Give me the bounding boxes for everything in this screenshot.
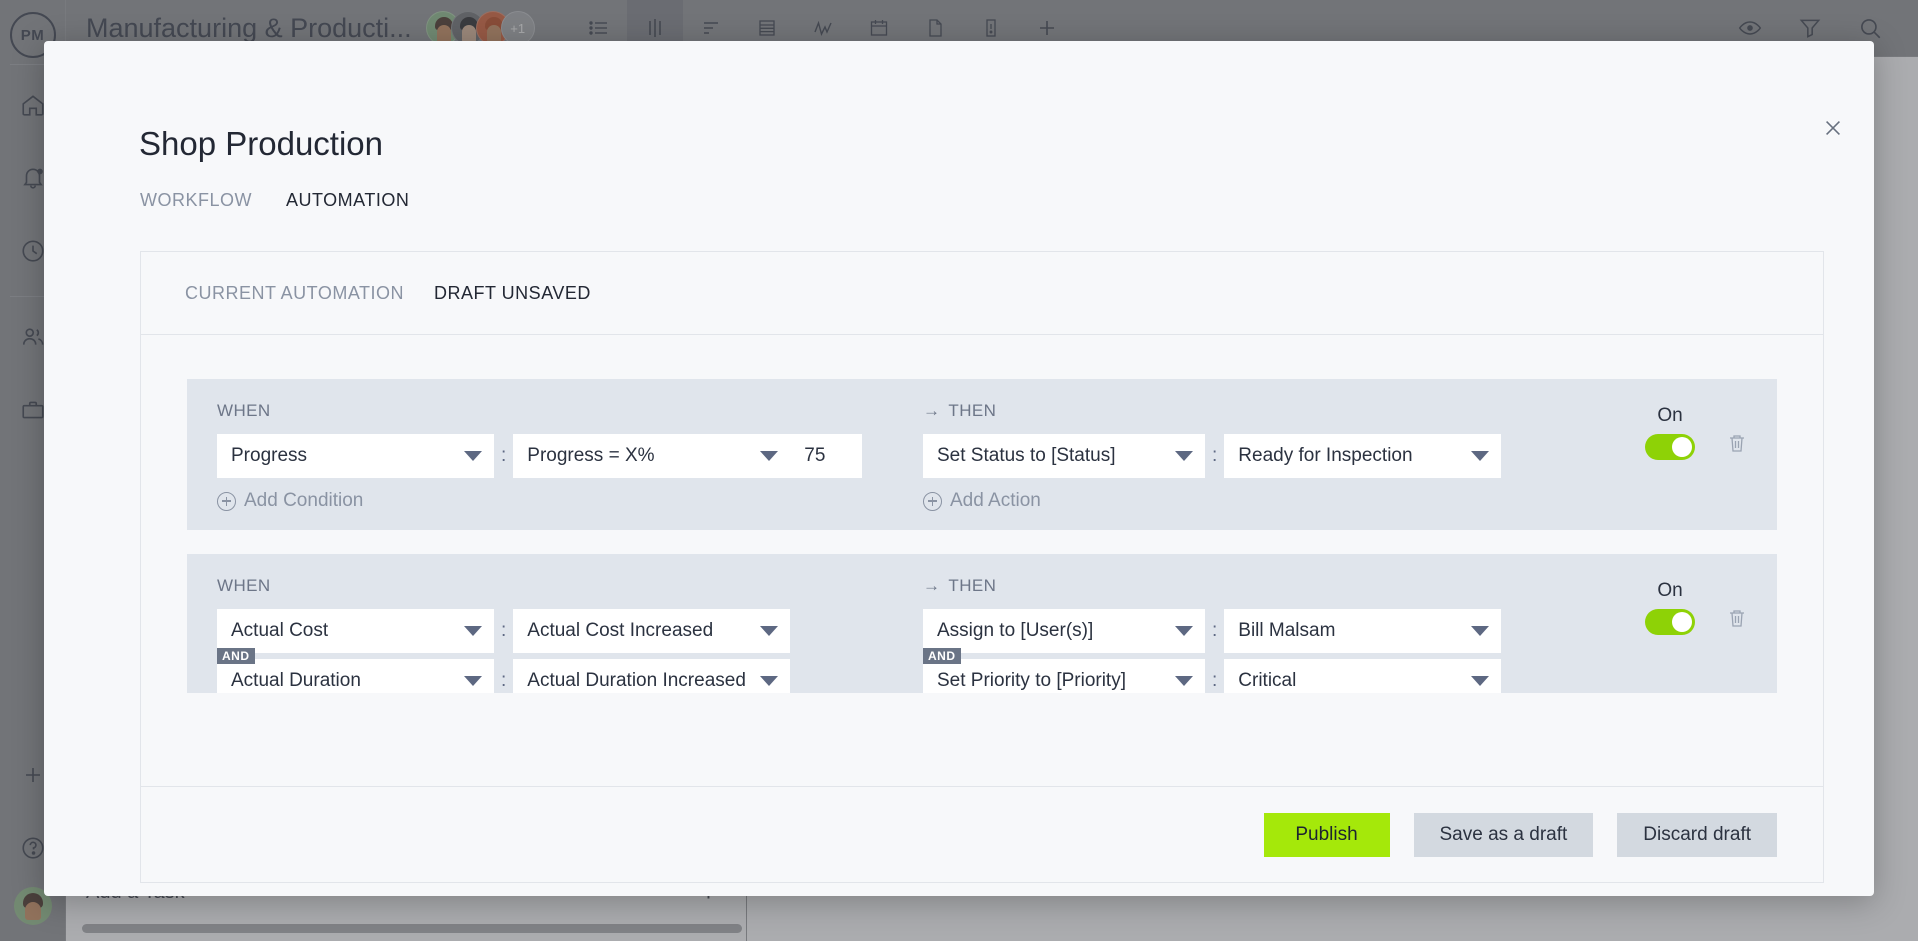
action-type-select[interactable]: Set Status to [Status] [923,434,1205,478]
rule-enable-toggle[interactable] [1645,609,1695,635]
automation-modal: Shop Production WORKFLOW AUTOMATION CURR… [44,41,1874,896]
separator-colon: : [501,620,507,641]
automation-rule: WHEN Progress : Progress = X% 75 Add Con… [187,379,1777,530]
page-title: Shop Production [139,125,384,162]
rule-controls-column: On [1627,401,1777,512]
save-draft-button[interactable]: Save as a draft [1413,812,1594,857]
condition-operator-select[interactable]: Progress = X% [513,434,791,478]
chevron-down-icon [760,676,779,686]
action-value: Bill Malsam [1238,620,1336,641]
plus-circle-icon [217,491,236,511]
arrow-right-icon: → [923,401,941,420]
rule-toggle-label: On [1657,580,1683,601]
chevron-down-icon [1175,626,1193,636]
rule-when-column: WHEN Progress : Progress = X% 75 Add Con… [187,401,901,512]
automation-rule: WHEN Actual Cost : Actual Cost Increased [187,554,1777,693]
action-row: Set Status to [Status] : Ready for Inspe… [923,434,1627,478]
condition-operator-value: Progress = X% [527,445,655,466]
rule-controls-column: On [1627,576,1777,693]
action-value: Ready for Inspection [1238,445,1413,466]
condition-value-input[interactable]: 75 [790,434,863,478]
condition-field-select[interactable]: Progress [217,434,494,478]
chevron-down-icon [1471,676,1490,686]
chevron-down-icon [1175,676,1193,686]
action-type-select[interactable]: Set Priority to [Priority] [923,659,1205,693]
tab-current-automation[interactable]: CURRENT AUTOMATION [185,283,404,304]
delete-rule-icon[interactable] [1725,431,1749,460]
separator-colon: : [1212,445,1218,466]
add-action-label: Add Action [950,490,1041,511]
then-label: → THEN [923,576,1627,596]
arrow-right-icon: → [923,576,941,595]
action-value-select[interactable]: Bill Malsam [1224,609,1502,653]
condition-operator-value: Actual Cost Increased [527,620,714,641]
rule-then-column: → THEN Assign to [User(s)] : Bill Malsam [901,576,1627,693]
automation-panel: CURRENT AUTOMATION DRAFT UNSAVED WHEN Pr… [140,251,1824,883]
action-type-select[interactable]: Assign to [User(s)] [923,609,1205,653]
tab-draft-unsaved[interactable]: DRAFT UNSAVED [434,283,591,304]
chevron-down-icon [464,676,482,686]
when-label: WHEN [217,576,271,595]
chevron-down-icon [760,626,779,636]
action-type-value: Assign to [User(s)] [937,620,1094,641]
separator-colon: : [1212,670,1218,691]
modal-tabs: WORKFLOW AUTOMATION [140,190,409,211]
condition-value: 75 [804,445,826,466]
chevron-down-icon [464,626,482,636]
panel-footer: Publish Save as a draft Discard draft [141,786,1823,882]
action-value: Critical [1238,670,1297,691]
add-condition-label: Add Condition [244,490,364,511]
condition-field-select[interactable]: Actual Cost [217,609,494,653]
panel-tabs: CURRENT AUTOMATION DRAFT UNSAVED [141,252,1823,335]
condition-operator-select[interactable]: Actual Cost Increased [513,609,791,653]
plus-circle-icon [923,491,942,511]
add-condition-button[interactable]: Add Condition [217,490,901,512]
condition-field-value: Progress [231,445,308,466]
delete-rule-icon[interactable] [1725,606,1749,635]
condition-field-value: Actual Cost [231,620,329,641]
condition-row: AND Actual Duration : Actual Duration In… [217,648,901,693]
when-label: WHEN [217,401,271,420]
add-action-button[interactable]: Add Action [923,490,1627,512]
rule-toggle-label: On [1657,405,1683,426]
rule-enable-toggle[interactable] [1645,434,1695,460]
rules-list: WHEN Progress : Progress = X% 75 Add Con… [141,335,1823,785]
action-type-value: Set Priority to [Priority] [937,670,1126,691]
action-type-value: Set Status to [Status] [937,445,1116,466]
rule-then-column: → THEN Set Status to [Status] : Ready for… [901,401,1627,512]
chevron-down-icon [760,451,779,461]
close-icon[interactable] [1818,113,1848,143]
chevron-down-icon [1175,451,1193,461]
separator-colon: : [1212,620,1218,641]
discard-draft-button[interactable]: Discard draft [1617,812,1777,857]
and-badge: AND [217,648,255,664]
publish-button[interactable]: Publish [1263,812,1390,857]
action-value-select[interactable]: Critical [1224,659,1502,693]
and-badge: AND [923,648,961,664]
action-row: Assign to [User(s)] : Bill Malsam [923,609,1627,653]
separator-colon: : [501,445,507,466]
condition-operator-value: Actual Duration Increased [527,670,746,691]
condition-field-select[interactable]: Actual Duration [217,659,494,693]
tab-workflow[interactable]: WORKFLOW [140,190,252,211]
rule-when-column: WHEN Actual Cost : Actual Cost Increased [187,576,901,693]
condition-field-value: Actual Duration [231,670,361,691]
condition-operator-select[interactable]: Actual Duration Increased [513,659,791,693]
then-label: → THEN [923,401,1627,421]
tab-automation[interactable]: AUTOMATION [286,190,409,211]
condition-row: Actual Cost : Actual Cost Increased [217,609,901,653]
chevron-down-icon [1471,626,1490,636]
action-value-select[interactable]: Ready for Inspection [1224,434,1502,478]
chevron-down-icon [1471,451,1490,461]
separator-colon: : [501,670,507,691]
condition-row: Progress : Progress = X% 75 [217,434,901,478]
chevron-down-icon [464,451,482,461]
then-text: THEN [948,576,997,595]
then-text: THEN [948,401,997,420]
action-row: AND Set Priority to [Priority] : Critica… [923,648,1627,693]
